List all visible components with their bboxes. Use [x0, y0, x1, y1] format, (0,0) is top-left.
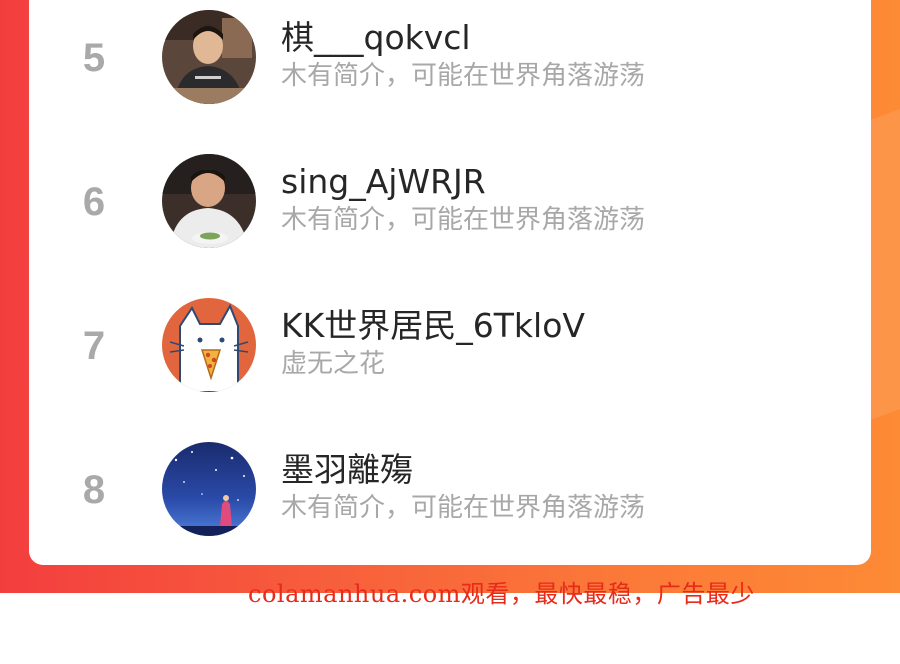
user-avatar[interactable] — [162, 442, 256, 536]
user-avatar[interactable] — [162, 10, 256, 104]
rank-number: 8 — [82, 468, 106, 512]
user-bio: 木有简介，可能在世界角落游荡 — [281, 493, 646, 523]
user-bio: 木有简介，可能在世界角落游荡 — [281, 61, 646, 91]
ranking-list-card: 5 棋___qokvcl 木有简介，可能在世界角落游荡 6 sing_AjWRJ… — [29, 0, 871, 565]
person-dining-photo-icon — [162, 10, 256, 104]
user-avatar[interactable] — [162, 154, 256, 248]
cat-eating-pizza-illustration-icon — [162, 298, 256, 392]
user-bio: 虚无之花 — [281, 349, 386, 379]
rank-number: 6 — [82, 180, 106, 224]
user-name: KK世界居民_6TkloV — [281, 306, 585, 345]
ranking-item-8[interactable]: 8 墨羽離殤 木有简介，可能在世界角落游荡 — [29, 440, 871, 540]
user-bio: 木有简介，可能在世界角落游荡 — [281, 205, 646, 235]
site-watermark: colamanhua.com观看，最快最稳，广告最少 — [248, 580, 755, 608]
rank-number: 7 — [82, 324, 106, 368]
user-name: 墨羽離殤 — [281, 450, 413, 489]
rank-number: 5 — [82, 36, 106, 80]
user-name: 棋___qokvcl — [281, 18, 471, 57]
user-avatar[interactable] — [162, 298, 256, 392]
ranking-item-5[interactable]: 5 棋___qokvcl 木有简介，可能在世界角落游荡 — [29, 8, 871, 108]
person-with-plate-photo-icon — [162, 154, 256, 248]
ranking-item-7[interactable]: 7 KK世界居民_6TkloV 虚无之花 — [29, 296, 871, 396]
user-name: sing_AjWRJR — [281, 162, 486, 201]
ranking-item-6[interactable]: 6 sing_AjWRJR 木有简介，可能在世界角落游荡 — [29, 152, 871, 252]
starry-night-figure-illustration-icon — [162, 442, 256, 536]
